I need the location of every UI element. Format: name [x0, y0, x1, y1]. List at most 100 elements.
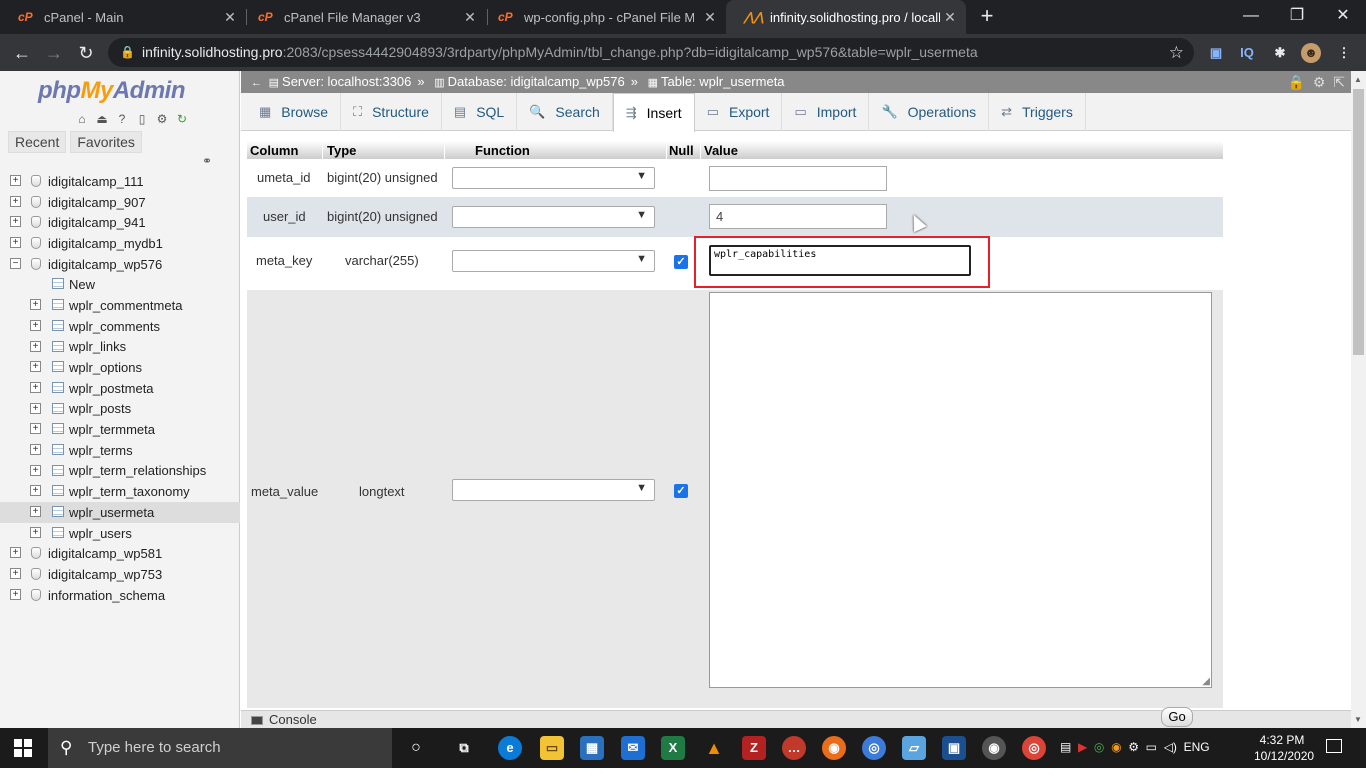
tab-operations[interactable]: 🔧 Operations	[869, 93, 990, 131]
function-select[interactable]: ▼	[452, 206, 655, 228]
null-checkbox[interactable]: ✓	[674, 255, 688, 269]
tray-app-icon[interactable]: ▤	[1060, 740, 1071, 754]
recent-tab[interactable]: Recent	[8, 131, 67, 153]
tree-table-row[interactable]: + wplr_term_relationships	[0, 461, 240, 482]
tree-new-table[interactable]: New	[0, 274, 240, 295]
expand-icon[interactable]: +	[30, 443, 41, 455]
remote-desktop-icon[interactable]: ▣	[942, 736, 966, 760]
browser-tab-file-manager[interactable]: cP cPanel File Manager v3 ✕	[240, 0, 486, 34]
phpmyadmin-logo[interactable]: phpMyAdmin	[38, 77, 186, 105]
settings-icon[interactable]: ⚙	[1313, 74, 1326, 90]
profile-avatar[interactable]: ☻	[1301, 43, 1321, 63]
collapse-icon[interactable]: −	[10, 257, 21, 269]
tree-table-row[interactable]: + wplr_posts	[0, 399, 240, 420]
browser-menu-icon[interactable]: ⋮	[1334, 43, 1354, 63]
tree-table-row[interactable]: + wplr_termmeta	[0, 419, 240, 440]
new-tab-button[interactable]: +	[976, 5, 998, 27]
close-tab-icon[interactable]: ✕	[462, 9, 478, 25]
tab-import[interactable]: ▭ Import	[782, 93, 870, 131]
tree-table-row[interactable]: + wplr_users	[0, 523, 240, 544]
favorites-tab[interactable]: Favorites	[70, 131, 142, 153]
logout-icon[interactable]: ⏏	[94, 111, 110, 127]
docs-icon[interactable]: ▯	[134, 111, 150, 127]
collapse-icon[interactable]: ⇱	[1333, 74, 1345, 90]
function-select[interactable]: ▼	[452, 250, 655, 272]
windows-start-icon[interactable]	[14, 739, 32, 757]
value-input[interactable]: 4	[709, 204, 887, 229]
expand-icon[interactable]: +	[30, 506, 41, 517]
expand-icon[interactable]: +	[10, 216, 21, 228]
expand-icon[interactable]: +	[10, 547, 21, 559]
resize-grip-icon[interactable]: ◢	[1202, 677, 1210, 687]
chrome-profile-icon[interactable]: ◎	[862, 736, 886, 760]
expand-icon[interactable]: +	[10, 568, 21, 580]
close-tab-icon[interactable]: ✕	[702, 9, 718, 25]
expand-icon[interactable]: +	[30, 319, 41, 331]
volume-icon[interactable]: ◁)	[1164, 740, 1177, 754]
tree-db-row[interactable]: + idigitalcamp_mydb1	[0, 233, 240, 254]
bookmark-star-icon[interactable]: ☆	[1169, 38, 1184, 67]
store-icon[interactable]: ▦	[580, 736, 604, 760]
excel-icon[interactable]: X	[661, 736, 685, 760]
collapse-nav-icon[interactable]: ←	[251, 77, 262, 89]
browser-tab-wp-config[interactable]: cP wp-config.php - cPanel File Mana ✕	[480, 0, 726, 34]
tree-table-row[interactable]: + wplr_commentmeta	[0, 295, 240, 316]
tray-chrome-icon[interactable]: ◎	[1094, 740, 1104, 754]
expand-icon[interactable]: +	[30, 340, 41, 352]
scroll-up-icon[interactable]: ▲	[1354, 75, 1362, 84]
chrome-icon[interactable]: ◎	[1022, 736, 1046, 760]
tree-table-row[interactable]: + wplr_links	[0, 337, 240, 358]
page-scrollbar[interactable]: ▲ ▼	[1351, 71, 1366, 728]
tab-search[interactable]: 🔍 Search	[517, 93, 613, 131]
tree-table-row[interactable]: + wplr_options	[0, 357, 240, 378]
filezilla-icon[interactable]: Z	[742, 736, 766, 760]
expand-icon[interactable]: +	[10, 588, 21, 600]
extensions-puzzle-icon[interactable]: ✱	[1270, 43, 1290, 63]
extension-screen-icon[interactable]: ▣	[1206, 43, 1226, 63]
edge-icon[interactable]: e	[498, 736, 522, 760]
notepad-icon[interactable]: ▱	[902, 736, 926, 760]
expand-icon[interactable]: +	[10, 195, 21, 207]
tray-app-icon[interactable]: ◉	[1111, 740, 1121, 754]
link-with-main-icon[interactable]: ⚭	[202, 154, 212, 168]
expand-icon[interactable]: +	[30, 485, 41, 497]
extension-iq-icon[interactable]: IQ	[1237, 43, 1257, 63]
scroll-down-icon[interactable]: ▼	[1354, 715, 1362, 724]
breadcrumb-database[interactable]: Database: idigitalcamp_wp576	[448, 74, 625, 89]
network-icon[interactable]: ▭	[1146, 740, 1157, 754]
chat-icon[interactable]: …	[782, 736, 806, 760]
close-tab-icon[interactable]: ✕	[942, 9, 958, 25]
tree-table-row[interactable]: + wplr_comments	[0, 316, 240, 337]
tree-db-row[interactable]: + idigitalcamp_wp581	[0, 543, 240, 564]
expand-icon[interactable]: +	[30, 402, 41, 414]
expand-icon[interactable]: +	[30, 381, 41, 393]
expand-icon[interactable]: +	[30, 299, 41, 311]
vlc-icon[interactable]: ▲	[702, 736, 726, 760]
url-input[interactable]: 🔒 infinity.solidhosting.pro:2083/cpsess4…	[108, 38, 1194, 67]
back-icon[interactable]: ←	[9, 40, 35, 66]
function-select[interactable]: ▼	[452, 167, 655, 189]
settings-icon[interactable]: ⚙	[154, 111, 170, 127]
home-icon[interactable]: ⌂	[74, 111, 90, 127]
tree-db-row[interactable]: + information_schema	[0, 585, 240, 606]
tab-export[interactable]: ▭ Export	[695, 93, 783, 131]
help-icon[interactable]: ?	[114, 111, 130, 127]
value-input[interactable]	[709, 166, 887, 191]
media-icon[interactable]: ◉	[982, 736, 1006, 760]
task-view-icon[interactable]: ⧉	[452, 736, 476, 760]
tab-insert[interactable]: ⇶ Insert	[612, 93, 695, 132]
file-explorer-icon[interactable]: ▭	[540, 736, 564, 760]
breadcrumb-table[interactable]: Table: wplr_usermeta	[661, 74, 785, 89]
tray-app-icon[interactable]: ▶	[1078, 740, 1087, 754]
value-textarea[interactable]: ◢	[709, 292, 1212, 688]
browser-tab-phpmyadmin[interactable]: ⋀⋀ infinity.solidhosting.pro / localho ✕	[726, 0, 966, 34]
mail-icon[interactable]: ✉	[621, 736, 645, 760]
expand-icon[interactable]: +	[10, 175, 21, 186]
firefox-icon[interactable]: ◉	[822, 736, 846, 760]
tree-table-row[interactable]: + wplr_postmeta	[0, 378, 240, 399]
tree-db-row[interactable]: + idigitalcamp_wp753	[0, 564, 240, 585]
tree-db-row-expanded[interactable]: − idigitalcamp_wp576	[0, 254, 240, 275]
expand-icon[interactable]: +	[30, 423, 41, 435]
tree-table-row-selected[interactable]: + wplr_usermeta	[0, 502, 240, 523]
go-button[interactable]: Go	[1161, 707, 1193, 727]
